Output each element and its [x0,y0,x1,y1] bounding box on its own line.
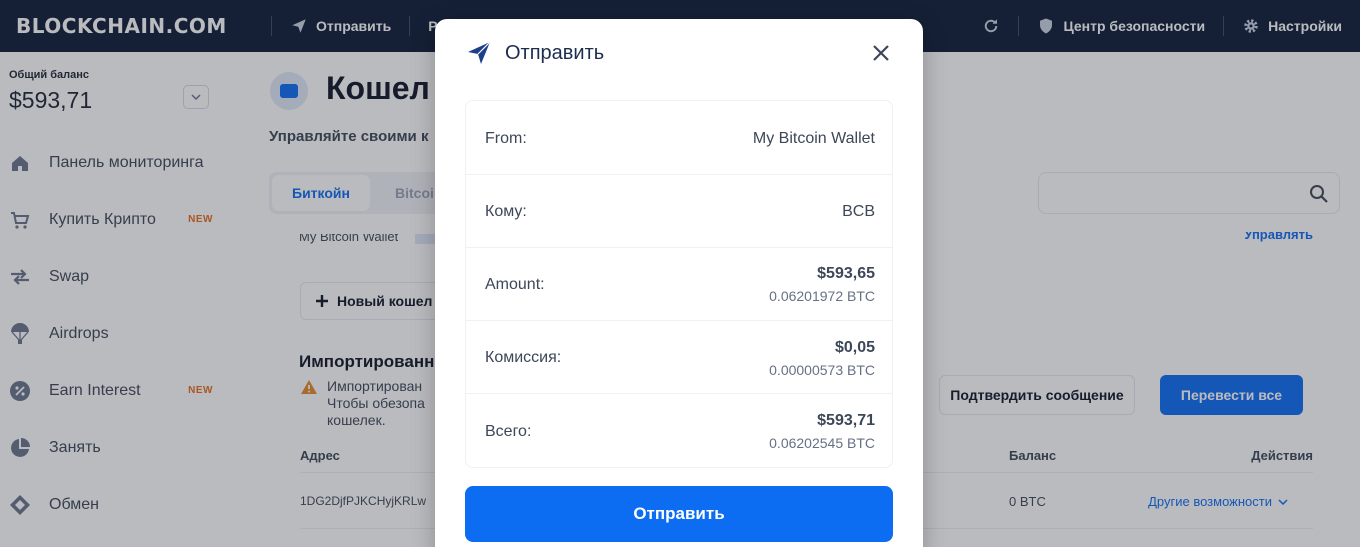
detail-row-from: From: My Bitcoin Wallet [466,101,892,175]
send-modal: Отправить From: My Bitcoin Wallet Кому: … [435,19,923,547]
detail-label: Кому: [485,203,527,220]
detail-value: My Bitcoin Wallet [752,130,875,147]
transaction-details: From: My Bitcoin Wallet Кому: BCB Amount… [465,100,893,468]
detail-row-to: Кому: BCB [466,175,892,248]
close-icon[interactable] [871,43,891,63]
detail-fiat-value: $593,71 [817,412,875,429]
detail-value: BCB [842,203,875,220]
detail-fiat-value: $593,65 [817,265,875,282]
detail-row-fee: Комиссия: $0,05 0.00000573 BTC [466,321,892,394]
send-button[interactable]: Отправить [465,486,893,542]
modal-title: Отправить [505,42,605,64]
detail-label: Всего: [485,423,532,440]
detail-label: Amount: [485,276,545,293]
detail-label: From: [485,130,527,147]
detail-crypto-value: 0.06202545 BTC [769,435,875,451]
detail-row-total: Всего: $593,71 0.06202545 BTC [466,394,892,467]
detail-row-amount: Amount: $593,65 0.06201972 BTC [466,248,892,321]
detail-crypto-value: 0.06201972 BTC [769,288,875,304]
detail-fiat-value: $0,05 [834,339,875,356]
paper-plane-icon [468,41,491,64]
detail-label: Комиссия: [485,349,562,366]
detail-crypto-value: 0.00000573 BTC [769,362,875,378]
